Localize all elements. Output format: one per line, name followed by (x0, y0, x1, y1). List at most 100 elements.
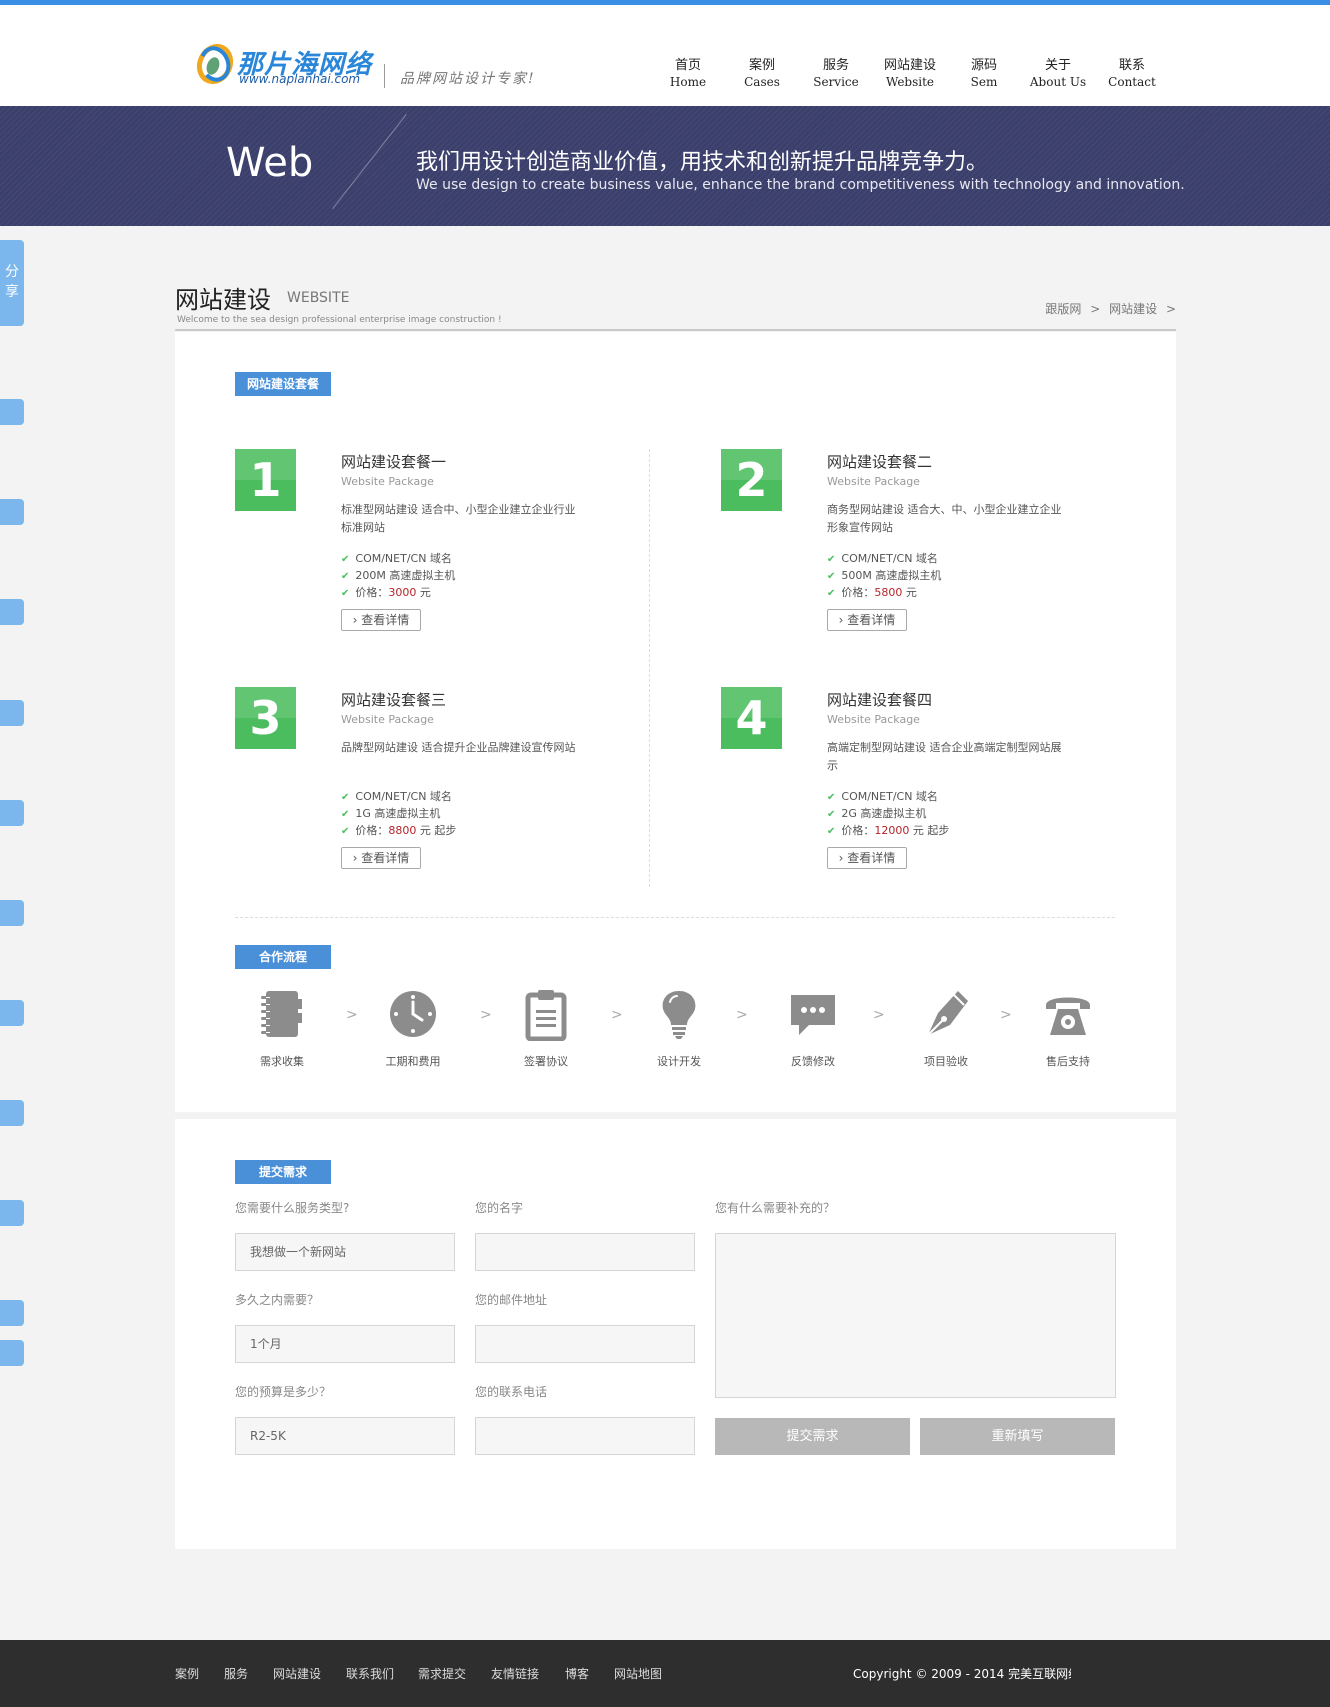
nav-label-en: Contact (1108, 75, 1156, 89)
step-arrow: > (873, 1007, 885, 1023)
slogan: 品牌网站设计专家! (400, 71, 536, 87)
view-details-button[interactable]: › 查看详情 (341, 847, 421, 869)
side-tab[interactable] (0, 1300, 24, 1326)
package-title: 网站建设套餐二 (827, 453, 933, 471)
clipboard-icon (525, 990, 567, 1041)
view-details-button[interactable]: › 查看详情 (341, 609, 421, 631)
view-details-button[interactable]: › 查看详情 (827, 847, 907, 869)
submit-button[interactable]: 提交需求 (715, 1418, 910, 1455)
service-type-select[interactable]: 我想做一个新网站 (235, 1233, 455, 1271)
footer-link[interactable]: 服务 (224, 1665, 248, 1682)
nav-sem[interactable]: 源码 Sem (947, 58, 1021, 90)
banner-slash-divider (332, 114, 407, 210)
side-tab[interactable] (0, 700, 24, 726)
view-details-button[interactable]: › 查看详情 (827, 609, 907, 631)
footer-link[interactable]: 博客 (565, 1665, 589, 1682)
package-price: ✔ 价格：3000 元 (341, 586, 431, 599)
package-card: 2 网站建设套餐二 Website Package 商务型网站建设 适合大、中、… (721, 449, 1141, 649)
process-step: 售后支持 (1028, 987, 1108, 1069)
side-tab[interactable] (0, 800, 24, 826)
name-input[interactable] (475, 1233, 695, 1271)
share-label: 分享 (5, 264, 19, 300)
side-tab[interactable] (0, 1340, 24, 1366)
banner-headline: 我们用设计创造商业价值，用技术和创新提升品牌竞争力。 (416, 150, 989, 175)
site-header: 那片海网络 www.naplanhai.com 品牌网站设计专家! 首页 Hom… (0, 5, 1330, 106)
breadcrumb-current[interactable]: 网站建设 (1109, 302, 1157, 316)
footer-link[interactable]: 友情链接 (491, 1665, 539, 1682)
package-vertical-divider (649, 449, 650, 887)
nav-label-cn: 关于 (1044, 58, 1071, 73)
step-label: 项目验收 (924, 1055, 968, 1068)
package-number: 1 (235, 449, 296, 511)
side-tab[interactable] (0, 599, 24, 625)
nav-label-en: Service (813, 75, 859, 89)
budget-select[interactable]: R2-5K (235, 1417, 455, 1455)
chevron-right-icon: › (352, 851, 362, 865)
breadcrumb: 跟版网 > 网站建设 > (1045, 300, 1176, 317)
package-title: 网站建设套餐一 (341, 453, 447, 471)
side-tab[interactable] (0, 499, 24, 525)
logo-divider (384, 64, 385, 88)
side-tab[interactable] (0, 399, 24, 425)
name-label: 您的名字 (475, 1201, 524, 1215)
side-tab[interactable] (0, 900, 24, 926)
service-type-label: 您需要什么服务类型? (235, 1201, 350, 1215)
share-tab[interactable]: 分享 (0, 240, 24, 326)
side-tab[interactable] (0, 1200, 24, 1226)
price-value: 8800 (388, 824, 417, 837)
nav-about[interactable]: 关于 About Us (1021, 58, 1095, 90)
price-value: 12000 (874, 824, 910, 837)
side-tab[interactable] (0, 1100, 24, 1126)
packages-section-tag: 网站建设套餐 (235, 372, 331, 396)
nav-contact[interactable]: 联系 Contact (1095, 58, 1169, 90)
phone-input[interactable] (475, 1417, 695, 1455)
package-features: ✔ COM/NET/CN 域名 ✔ 2G 高速虚拟主机 ✔ 价格：12000 元 起步 (827, 788, 949, 839)
nav-home[interactable]: 首页 Home (651, 58, 725, 90)
nav-cases[interactable]: 案例 Cases (725, 58, 799, 90)
side-tab[interactable] (0, 1000, 24, 1026)
notebook-icon (261, 991, 302, 1037)
step-label: 售后支持 (1046, 1055, 1090, 1068)
reset-button[interactable]: 重新填写 (920, 1418, 1115, 1455)
email-input[interactable] (475, 1325, 695, 1363)
page-title-area: 网站建设 WEBSITE Welcome to the sea design p… (175, 276, 1176, 331)
chevron-right-icon: › (352, 613, 362, 627)
package-number: 4 (721, 687, 782, 749)
extra-notes-textarea[interactable] (715, 1233, 1116, 1398)
footer-link[interactable]: 需求提交 (418, 1665, 466, 1682)
logo[interactable]: 那片海网络 www.naplanhai.com (195, 42, 375, 90)
package-feature: ✔ COM/NET/CN 域名 (341, 790, 452, 803)
check-icon: ✔ (341, 588, 350, 599)
package-features: ✔ COM/NET/CN 域名 ✔ 200M 高速虚拟主机 ✔ 价格：3000 元 (341, 550, 455, 601)
footer-link[interactable]: 网站建设 (273, 1665, 321, 1682)
process-step: 项目验收 (906, 987, 986, 1069)
package-feature: ✔ 500M 高速虚拟主机 (827, 569, 942, 582)
site-footer: 案例 服务 网站建设 联系我们 需求提交 友情链接 博客 网站地图 Copyri… (0, 1640, 1330, 1707)
breadcrumb-home[interactable]: 跟版网 (1045, 302, 1081, 316)
deadline-label: 多久之内需要？ (235, 1293, 320, 1307)
package-feature: ✔ 1G 高速虚拟主机 (341, 807, 441, 820)
package-feature: ✔ COM/NET/CN 域名 (827, 552, 938, 565)
footer-link[interactable]: 联系我们 (346, 1665, 394, 1682)
packages-panel: 网站建设套餐 1 网站建设套餐一 Website Package 标准型网站建设… (175, 332, 1176, 1112)
banner-subline: We use design to create business value, … (416, 177, 1185, 193)
copyright-text: Copyright © 2009 - 2014 完美互联网络,版权所有 (853, 1667, 1071, 1681)
step-label: 需求收集 (260, 1055, 304, 1068)
telephone-icon (1046, 997, 1090, 1035)
footer-link[interactable]: 网站地图 (614, 1665, 662, 1682)
package-description: 高端定制型网站建设 适合企业高端定制型网站展示 (827, 741, 1062, 772)
deadline-select[interactable]: 1个月 (235, 1325, 455, 1363)
price-value: 5800 (874, 586, 903, 599)
package-subtitle: Website Package (341, 713, 434, 726)
check-icon: ✔ (827, 792, 836, 803)
package-price: ✔ 价格：8800 元 起步 (341, 824, 457, 837)
nav-website[interactable]: 网站建设 Website (873, 58, 947, 90)
process-step: 需求收集 (242, 987, 322, 1069)
email-label: 您的邮件地址 (475, 1293, 548, 1307)
nav-service[interactable]: 服务 Service (799, 58, 873, 90)
price-value: 3000 (388, 586, 417, 599)
breadcrumb-separator: > (1090, 302, 1101, 316)
footer-link[interactable]: 案例 (175, 1665, 199, 1682)
process-step: 工期和费用 (373, 987, 453, 1069)
nav-label-en: Cases (744, 75, 780, 89)
